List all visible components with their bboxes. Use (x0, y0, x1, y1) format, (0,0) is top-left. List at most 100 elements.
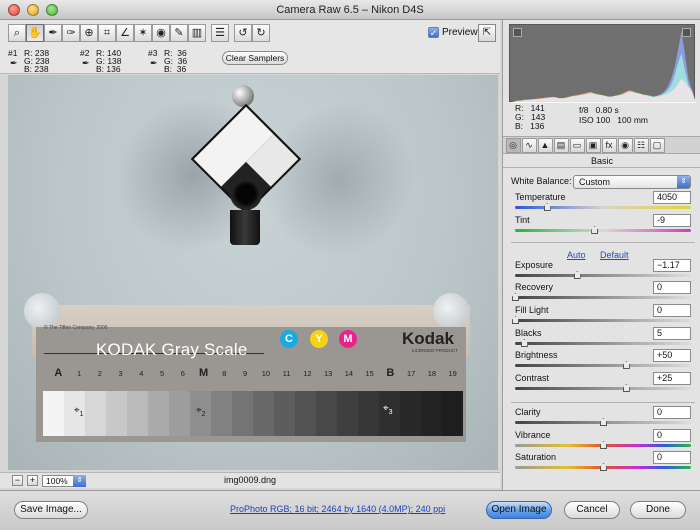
temperature-track[interactable] (515, 206, 691, 209)
histogram-graph (510, 31, 696, 103)
spot-removal-tool[interactable]: ✶ (134, 24, 152, 42)
fill-light-field[interactable]: 0 (653, 304, 691, 317)
contrast-thumb[interactable] (622, 384, 630, 392)
brightness-track[interactable] (515, 364, 691, 367)
red-eye-icon: ◉ (156, 27, 166, 39)
preview-checkbox[interactable]: ✓ (428, 27, 439, 38)
zoom-dropdown-icon[interactable]: ⇕ (73, 475, 86, 487)
scale-label: 14 (344, 369, 354, 378)
auto-link[interactable]: Auto (567, 250, 586, 260)
vibrance-field[interactable]: 0 (653, 429, 691, 442)
split-tone-icon: ▭ (572, 140, 582, 150)
adjustment-brush-tool[interactable]: ✎ (170, 24, 188, 42)
brightness-field[interactable]: +50 (653, 349, 691, 362)
rotate-right-button[interactable]: ↻ (252, 24, 270, 42)
temperature-field[interactable]: 4050 (653, 191, 691, 204)
blacks-thumb[interactable] (520, 339, 528, 347)
curve-icon: ∿ (525, 140, 533, 150)
recovery-track[interactable] (515, 296, 691, 299)
gray-scale-labels: A 1 2 3 4 5 6 M 8 9 10 11 12 13 14 15 B 17 18 19 (48, 367, 463, 383)
gray-patch (274, 391, 295, 436)
recovery-thumb[interactable] (512, 293, 519, 301)
zoom-out-button[interactable]: − (12, 475, 23, 486)
saturation-field[interactable]: 0 (653, 451, 691, 464)
zoom-tool[interactable]: ⌕ (8, 24, 26, 42)
gray-patch (85, 391, 106, 436)
red-eye-tool[interactable]: ◉ (152, 24, 170, 42)
contrast-field[interactable]: +25 (653, 372, 691, 385)
saturation-thumb[interactable] (600, 463, 607, 471)
temperature-thumb[interactable] (543, 203, 551, 211)
image-preview[interactable]: © The Tiffen Company, 2000 KODAK Gray Sc… (8, 75, 498, 470)
open-image-button[interactable]: Open Image (486, 501, 552, 519)
preview-toggle[interactable]: ✓ Preview (428, 27, 478, 38)
sampler-marker-label: 2 (201, 411, 206, 418)
color-sampler-marker-2[interactable]: ⌖2 (196, 405, 206, 418)
scale-label: M (199, 367, 209, 379)
camera-icon: ◉ (621, 140, 629, 150)
cancel-button[interactable]: Cancel (564, 501, 620, 519)
clarity-field[interactable]: 0 (653, 406, 691, 419)
scale-label: 19 (448, 369, 457, 378)
fullscreen-button[interactable]: ⇱ (478, 24, 496, 42)
tint-track[interactable] (515, 229, 691, 232)
magenta-dot: M (339, 330, 357, 348)
done-button[interactable]: Done (630, 501, 686, 519)
target-adjust-icon: ⊕ (84, 27, 94, 39)
brightness-thumb[interactable] (622, 361, 630, 369)
graduated-filter-tool[interactable]: ▥ (188, 24, 206, 42)
clarity-thumb[interactable] (600, 418, 607, 426)
save-image-button[interactable]: Save Image... (14, 501, 88, 519)
tab-snapshots[interactable]: ▢ (649, 138, 665, 153)
saturation-slider: Saturation 0 (511, 451, 695, 474)
tab-lens[interactable]: ▣ (585, 138, 601, 153)
rotate-left-button[interactable]: ↺ (234, 24, 252, 42)
tab-detail[interactable]: ▲ (537, 138, 553, 153)
snapshot-icon: ▢ (652, 140, 662, 150)
contrast-track[interactable] (515, 387, 691, 390)
white-balance-select[interactable]: Custom ⇕ (573, 175, 691, 189)
recovery-field[interactable]: 0 (653, 281, 691, 294)
vibrance-thumb[interactable] (600, 441, 607, 449)
zoom-in-button[interactable]: + (27, 475, 38, 486)
tab-tone-curve[interactable]: ∿ (521, 138, 537, 153)
tab-presets[interactable]: ☷ (633, 138, 649, 153)
vibrance-slider: Vibrance 0 (511, 429, 695, 452)
tab-hsl[interactable]: ▤ (553, 138, 569, 153)
clear-samplers-button[interactable]: Clear Samplers (222, 51, 288, 65)
color-sampler-marker-3[interactable]: ⌖3 (383, 403, 393, 416)
color-sampler-tool[interactable]: ✑ (62, 24, 80, 42)
sampler-pin-icon: ✒ (10, 58, 18, 68)
sampler-number: #3 (148, 48, 158, 58)
hand-tool[interactable]: ✋ (26, 24, 44, 42)
exposure-track[interactable] (515, 274, 691, 277)
preferences-button[interactable]: ☰ (211, 24, 229, 42)
tint-thumb[interactable] (591, 226, 599, 234)
straighten-tool[interactable]: ∠ (116, 24, 134, 42)
fill-light-thumb[interactable] (512, 316, 519, 324)
divider (511, 242, 695, 243)
rgb-readout: R: 141 G: 143 B: 136 (515, 104, 545, 131)
sampler-values: R: 140 G: 138 B: 136 (96, 49, 122, 74)
white-balance-tool[interactable]: ✒ (44, 24, 62, 42)
fill-light-track[interactable] (515, 319, 691, 322)
tab-effects[interactable]: fx (601, 138, 617, 153)
crop-tool[interactable]: ⌗ (98, 24, 116, 42)
workflow-options-link[interactable]: ProPhoto RGB; 16 bit; 2464 by 1640 (4.0M… (230, 504, 445, 514)
targeted-adjustment-tool[interactable]: ⊕ (80, 24, 98, 42)
dropdown-arrow-icon: ⇕ (677, 176, 690, 188)
tab-split-toning[interactable]: ▭ (569, 138, 585, 153)
tab-basic[interactable]: ◎ (505, 138, 521, 153)
blacks-track[interactable] (515, 342, 691, 345)
tint-field[interactable]: -9 (653, 214, 691, 227)
exposure-field[interactable]: −1.17 (653, 259, 691, 272)
default-link[interactable]: Default (600, 250, 629, 260)
color-sampler-marker-1[interactable]: ⌖1 (74, 405, 84, 418)
blacks-field[interactable]: 5 (653, 327, 691, 340)
exposure-thumb[interactable] (573, 271, 581, 279)
highlight-clipping-icon[interactable] (682, 28, 691, 37)
shadow-clipping-icon[interactable] (513, 28, 522, 37)
cyan-dot: C (280, 330, 298, 348)
magnifier-icon: ⌕ (13, 27, 21, 39)
tab-camera-calibration[interactable]: ◉ (617, 138, 633, 153)
